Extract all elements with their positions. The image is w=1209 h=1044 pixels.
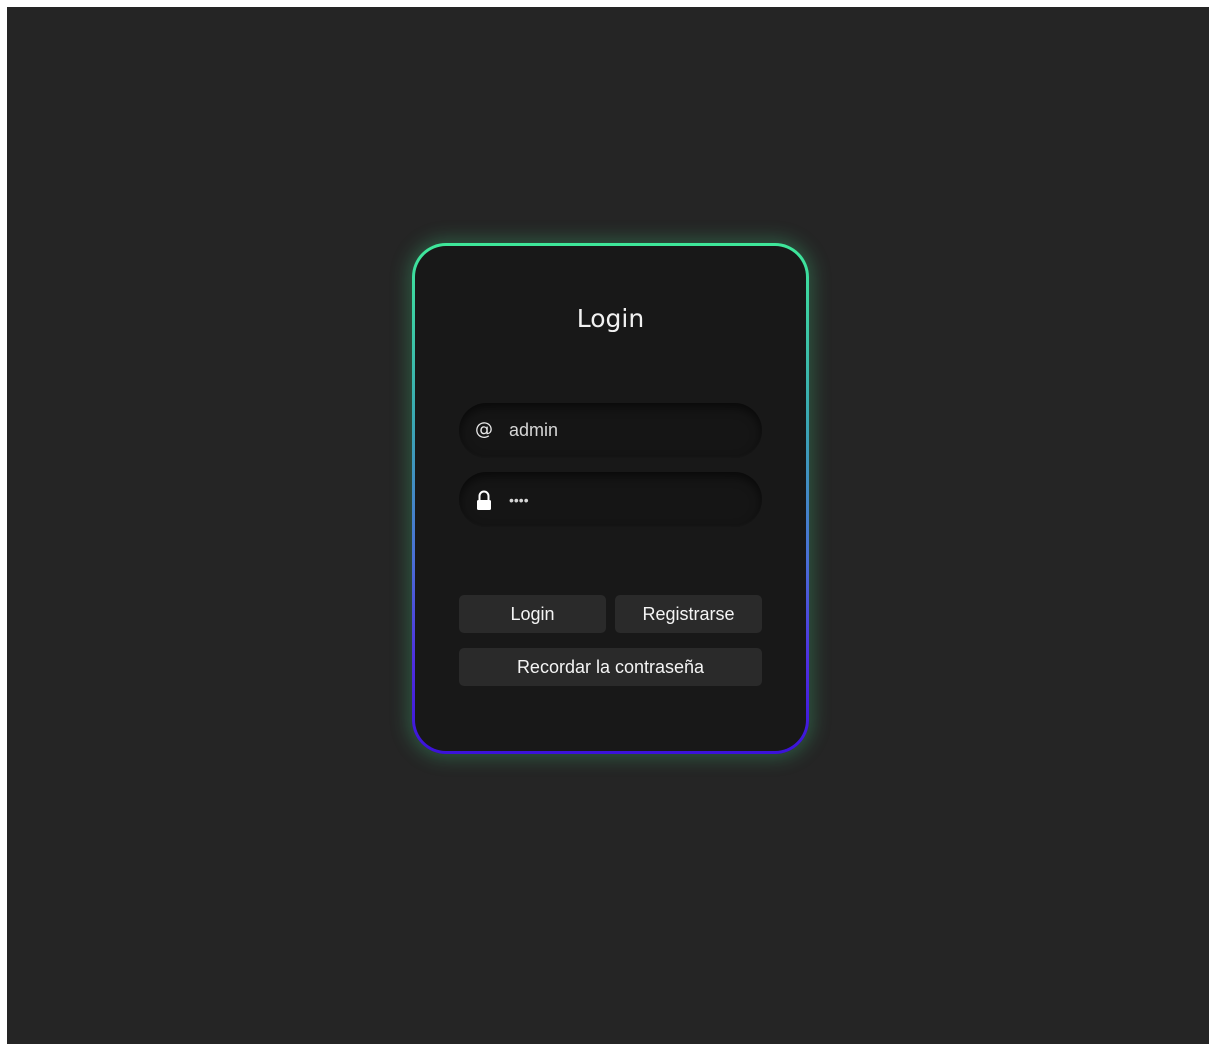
lock-icon: [473, 489, 495, 511]
login-card-border: Login @ Login Registrarse Recordar la co…: [412, 243, 809, 754]
password-input[interactable]: [509, 472, 742, 527]
at-icon: @: [475, 419, 493, 440]
password-field[interactable]: [459, 472, 762, 527]
email-input[interactable]: [509, 403, 742, 458]
remember-password-button[interactable]: Recordar la contraseña: [459, 648, 762, 686]
page-background: Login @ Login Registrarse Recordar la co…: [7, 7, 1209, 1044]
login-button[interactable]: Login: [459, 595, 606, 633]
lock-icon-svg: [477, 490, 491, 510]
register-button[interactable]: Registrarse: [615, 595, 762, 633]
email-field[interactable]: @: [459, 403, 762, 458]
login-card: Login @ Login Registrarse Recordar la co…: [415, 246, 806, 751]
login-title: Login: [576, 304, 645, 333]
